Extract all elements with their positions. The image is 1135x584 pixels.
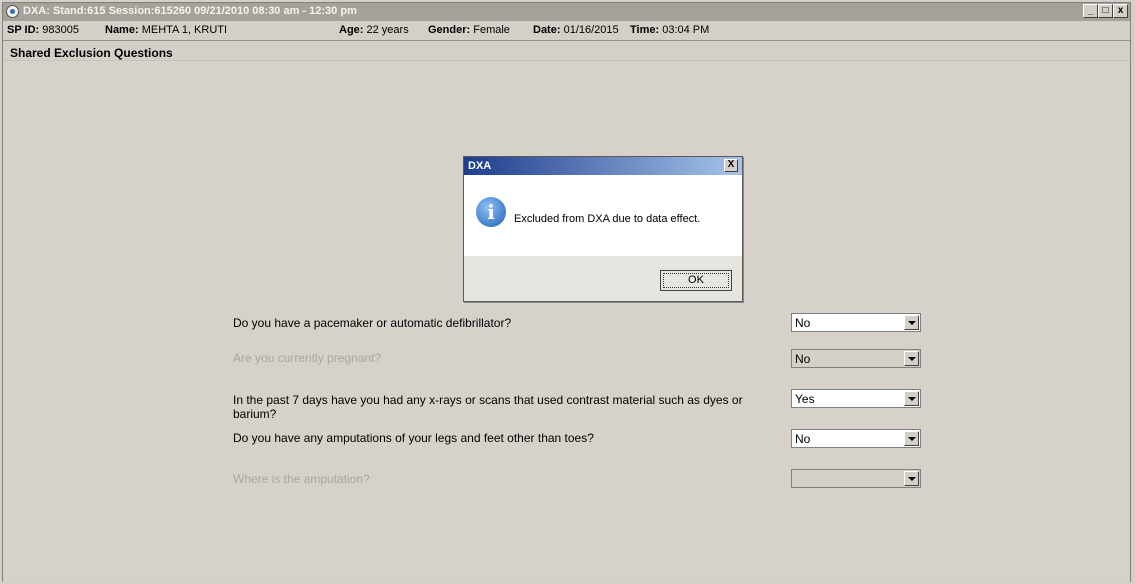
question-pregnant: Are you currently pregnant? [233, 351, 382, 365]
time-label: Time: [630, 24, 660, 36]
info-icon: i [476, 197, 506, 227]
close-button[interactable]: x [1113, 4, 1128, 18]
amputations-select[interactable]: No [791, 429, 921, 448]
select-value: No [795, 352, 811, 366]
date-value: 01/16/2015 [563, 24, 619, 36]
chevron-down-icon [904, 351, 919, 366]
name-label: Name: [105, 24, 139, 36]
question-amputation-location: Where is the amputation? [233, 472, 370, 486]
contrast-scans-select[interactable]: Yes [791, 389, 921, 408]
window-title: DXA: Stand:615 Session:615260 09/21/2010… [23, 5, 357, 17]
select-value: No [795, 316, 811, 330]
participant-info-bar: SP ID: 983005 Name: MEHTA 1, KRUTI Age: … [3, 21, 1130, 40]
main-window: DXA: Stand:615 Session:615260 09/21/2010… [2, 2, 1131, 582]
dialog-title-bar: DXA X [464, 157, 742, 175]
chevron-down-icon[interactable] [904, 431, 919, 446]
maximize-button[interactable]: □ [1098, 4, 1113, 18]
select-value: Yes [795, 392, 815, 406]
title-bar: DXA: Stand:615 Session:615260 09/21/2010… [3, 3, 1130, 21]
gender-label: Gender: [428, 24, 471, 36]
app-icon [6, 5, 19, 18]
ok-button[interactable]: OK [660, 270, 732, 291]
time-value: 03:04 PM [662, 24, 710, 36]
age-label: Age: [339, 24, 364, 36]
chevron-down-icon [904, 471, 919, 486]
amputation-location-select [791, 469, 921, 488]
question-amputations: Do you have any amputations of your legs… [233, 431, 594, 445]
chevron-down-icon[interactable] [904, 391, 919, 406]
minimize-button[interactable]: _ [1083, 4, 1098, 18]
question-contrast-scans: In the past 7 days have you had any x-ra… [233, 393, 743, 421]
question-pacemaker: Do you have a pacemaker or automatic def… [233, 316, 512, 330]
dialog-body: i Excluded from DXA due to data effect. [464, 175, 742, 256]
pacemaker-select[interactable]: No [791, 313, 921, 332]
sp-id-value: 983005 [42, 24, 79, 36]
chevron-down-icon[interactable] [904, 315, 919, 330]
dialog-close-button[interactable]: X [724, 159, 738, 172]
section-title: Shared Exclusion Questions [10, 46, 173, 60]
message-dialog: DXA X i Excluded from DXA due to data ef… [463, 156, 743, 302]
dialog-title: DXA [468, 160, 492, 172]
sp-id-label: SP ID: [7, 24, 40, 36]
name-value: MEHTA 1, KRUTI [141, 24, 228, 36]
date-label: Date: [533, 24, 561, 36]
divider [3, 40, 1130, 41]
select-value: No [795, 432, 811, 446]
pregnant-select: No [791, 349, 921, 368]
gender-value: Female [473, 24, 510, 36]
dialog-message: Excluded from DXA due to data effect. [514, 213, 701, 225]
age-value: 22 years [366, 24, 409, 36]
